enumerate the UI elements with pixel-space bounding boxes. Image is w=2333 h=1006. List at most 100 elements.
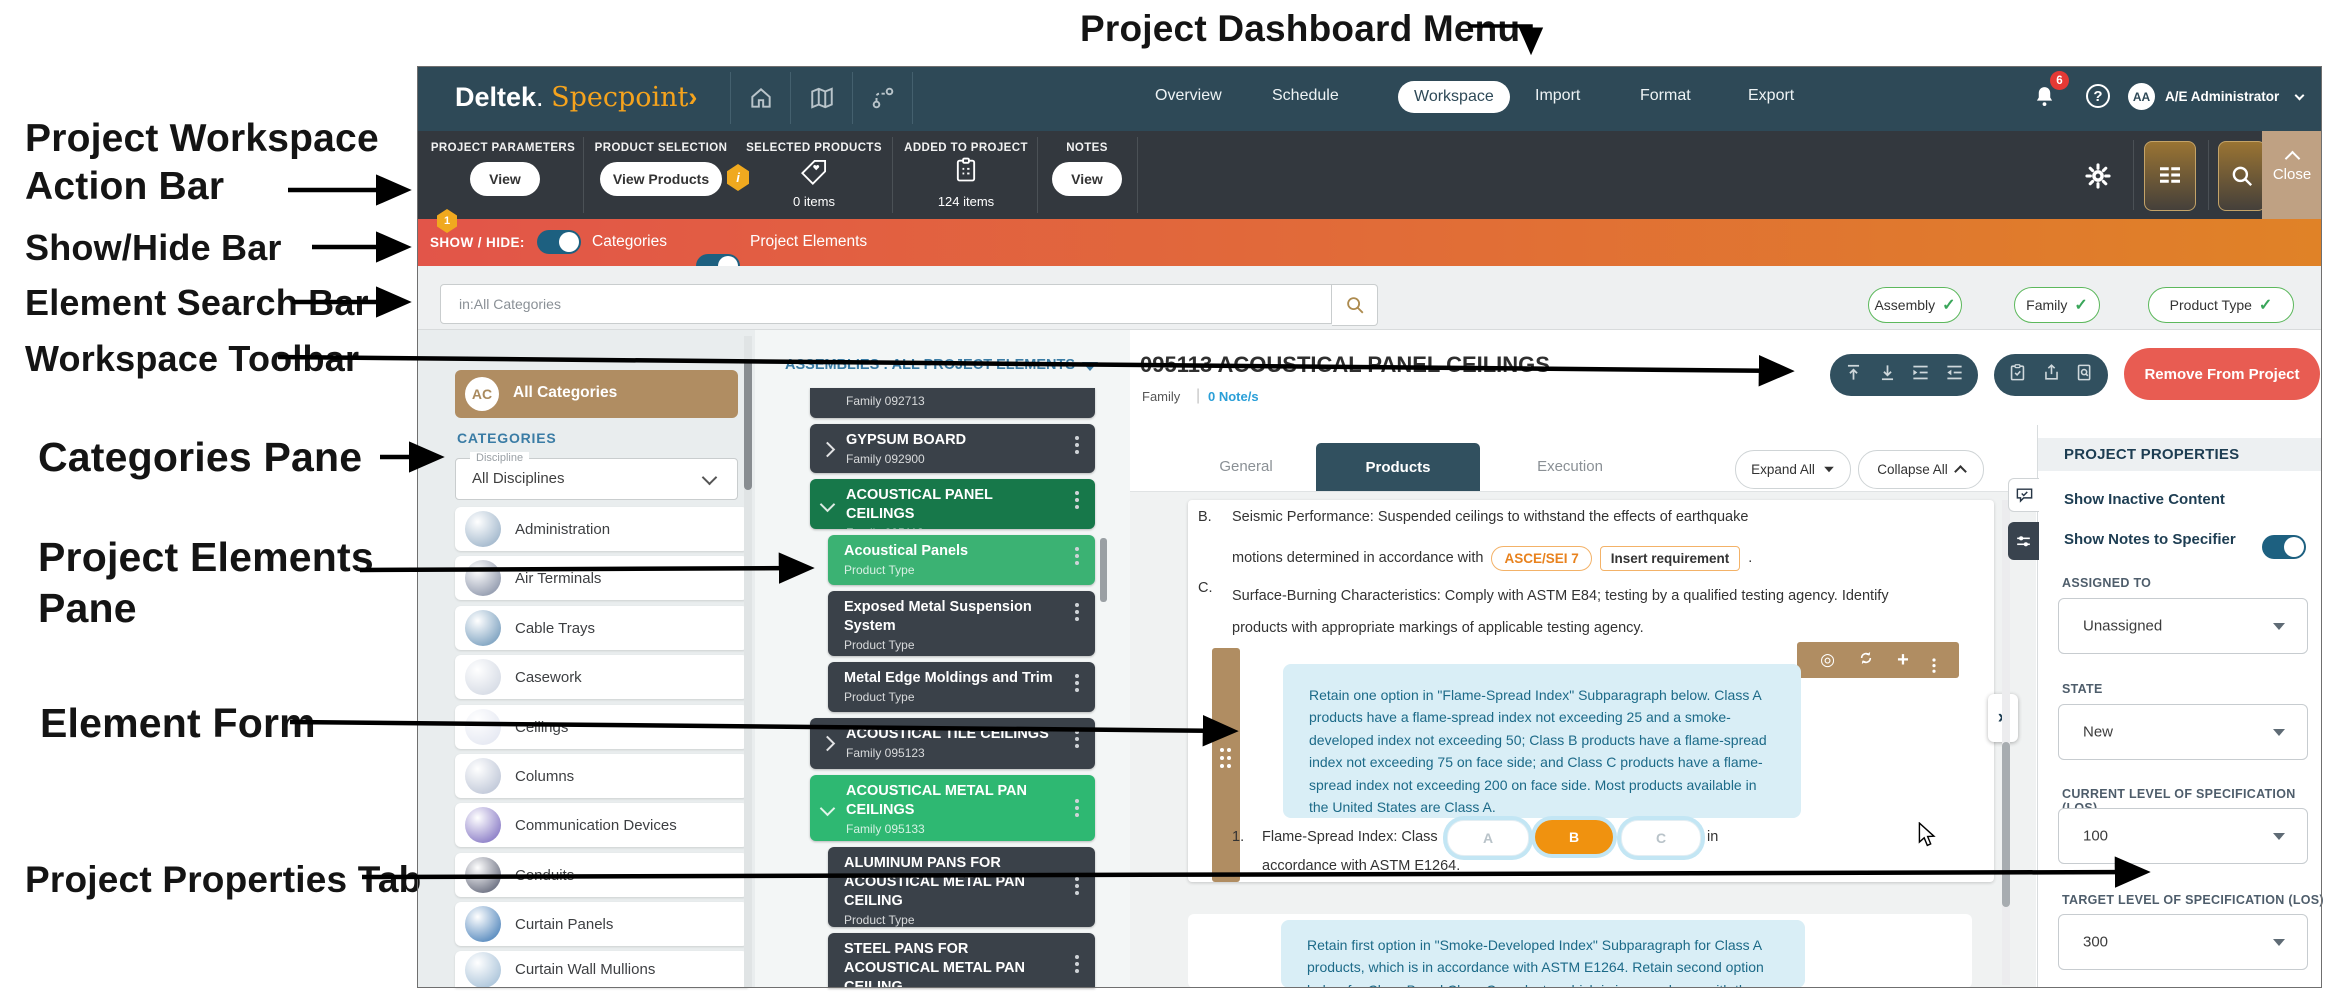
tree-item[interactable]: ACOUSTICAL TILE CEILINGS Family 095123 [810, 718, 1095, 769]
show-inactive-content-toggle[interactable] [2262, 535, 2306, 559]
category-item[interactable]: Conduits [455, 853, 748, 897]
category-item[interactable]: Communication Devices [455, 803, 748, 847]
all-categories-header[interactable]: AC All Categories [455, 370, 738, 418]
remove-from-project-button[interactable]: Remove From Project [2124, 348, 2320, 400]
scrollbar-thumb[interactable] [2002, 742, 2010, 907]
selected-block-drag-bar[interactable] [1212, 648, 1240, 882]
assemblies-dropdown-icon[interactable] [1082, 362, 1098, 371]
collapse-all-button[interactable]: Collapse All [1858, 450, 1984, 489]
brand-deltek: Deltek [455, 82, 536, 112]
comments-side-tab[interactable] [2008, 478, 2039, 512]
kebab-menu-icon[interactable] [1932, 658, 1935, 661]
current-los-select[interactable]: 100 [2058, 808, 2308, 864]
option-chip-b-selected[interactable]: B [1535, 820, 1613, 854]
tree-item[interactable]: ACOUSTICAL METAL PAN CEILINGS Family 095… [810, 775, 1095, 841]
tab-execution[interactable]: Execution [1510, 458, 1630, 475]
tab-products-active[interactable]: Products [1316, 443, 1480, 492]
kebab-menu-icon[interactable] [1075, 730, 1079, 734]
route-icon[interactable] [870, 85, 896, 116]
kebab-menu-icon[interactable] [1075, 436, 1079, 440]
outdent-icon[interactable] [1945, 363, 1964, 387]
properties-side-tab-active[interactable] [2008, 522, 2039, 560]
target-los-select[interactable]: 300 [2058, 914, 2308, 970]
scroll-to-bottom-icon[interactable] [1878, 363, 1897, 387]
nav-workspace[interactable]: Workspace [1398, 81, 1510, 113]
category-item[interactable]: Ceilings [455, 705, 748, 749]
collapse-chevron-icon[interactable] [820, 497, 836, 513]
search-submit-button[interactable] [1332, 284, 1378, 326]
tree-item[interactable]: ACOUSTICAL PANEL CEILINGS Family 095113 [810, 479, 1095, 529]
nav-export[interactable]: Export [1748, 87, 1794, 105]
kebab-menu-icon[interactable] [1075, 799, 1079, 803]
insert-requirement-button[interactable]: Insert requirement [1600, 546, 1741, 571]
expand-chevron-icon[interactable] [820, 736, 836, 752]
nav-format[interactable]: Format [1640, 87, 1691, 105]
collapse-chevron-icon[interactable] [820, 801, 836, 817]
indent-icon[interactable] [1911, 363, 1930, 387]
export-icon[interactable] [2042, 363, 2061, 387]
expand-chevron-icon[interactable] [820, 442, 836, 458]
kebab-menu-icon[interactable] [1075, 877, 1079, 881]
project-parameters-view-button[interactable]: View [470, 162, 540, 196]
notes-link[interactable]: 0 Note/s [1208, 389, 1259, 404]
state-select[interactable]: New [2058, 704, 2308, 760]
category-item[interactable]: Cable Trays [455, 606, 748, 650]
category-item[interactable]: Casework [455, 655, 748, 699]
search-toggle-button[interactable] [2218, 141, 2266, 211]
discipline-select[interactable]: Discipline All Disciplines [455, 458, 738, 500]
tree-item[interactable]: GYPSUM BOARD Family 092900 [810, 424, 1095, 473]
user-name[interactable]: A/E Administrator [2165, 89, 2279, 104]
tree-item-selected[interactable]: Acoustical Panels Product Type [828, 535, 1095, 585]
tree-item[interactable]: ALUMINUM PANS FOR ACOUSTICAL METAL PAN C… [828, 847, 1095, 927]
kebab-menu-icon[interactable] [1075, 955, 1079, 959]
nav-overview[interactable]: Overview [1155, 87, 1222, 105]
scrollbar-thumb[interactable] [1100, 538, 1107, 602]
kebab-menu-icon[interactable] [1075, 547, 1079, 551]
option-chip-c[interactable]: C [1621, 820, 1701, 856]
filter-product-type[interactable]: Product Type ✓ [2148, 287, 2294, 323]
expand-all-button[interactable]: Expand All [1735, 450, 1851, 489]
nav-schedule[interactable]: Schedule [1272, 87, 1339, 105]
assigned-to-select[interactable]: Unassigned [2058, 598, 2308, 654]
tree-item[interactable]: Family 092713 [810, 388, 1095, 418]
category-item[interactable]: Air Terminals [455, 556, 748, 600]
view-products-button[interactable]: View Products [600, 162, 722, 196]
kebab-menu-icon[interactable] [1075, 674, 1079, 678]
scroll-to-top-icon[interactable] [1844, 363, 1863, 387]
category-item[interactable]: Columns [455, 754, 748, 798]
kebab-menu-icon[interactable] [1075, 491, 1079, 495]
tree-item[interactable]: Exposed Metal Suspension System Product … [828, 591, 1095, 656]
category-item[interactable]: Curtain Wall Mullions [455, 951, 748, 988]
filter-family[interactable]: Family ✓ [2014, 287, 2100, 323]
add-icon[interactable]: + [1897, 649, 1909, 672]
close-panel-button[interactable]: Close [2262, 131, 2322, 219]
tab-general[interactable]: General [1196, 458, 1296, 475]
document-search-icon[interactable] [2075, 363, 2094, 387]
drag-handle-icon[interactable] [1220, 748, 1224, 752]
assemblies-header[interactable]: ASSEMBLIES : ALL PROJECT ELEMENTS [785, 357, 1075, 373]
clipboard-check-icon[interactable] [2008, 363, 2027, 387]
home-icon[interactable] [748, 85, 774, 116]
sync-icon[interactable] [1858, 650, 1874, 671]
option-chip-a[interactable]: A [1447, 820, 1529, 856]
tree-item[interactable]: Metal Edge Moldings and Trim Product Typ… [828, 662, 1095, 712]
element-search-input[interactable] [440, 284, 1332, 324]
visibility-icon[interactable]: ◎ [1820, 650, 1835, 670]
help-icon[interactable]: ? [2086, 84, 2110, 108]
categories-toggle[interactable] [537, 230, 581, 254]
map-icon[interactable] [809, 85, 835, 116]
tree-item[interactable]: STEEL PANS FOR ACOUSTICAL METAL PAN CEIL… [828, 933, 1095, 988]
notifications-bell-icon[interactable] [2032, 84, 2057, 114]
filter-assembly[interactable]: Assembly ✓ [1868, 287, 1962, 323]
reference-tag[interactable]: ASCE/SEI 7 [1491, 546, 1591, 571]
settings-gear-icon[interactable] [2084, 162, 2112, 195]
list-view-button[interactable] [2144, 141, 2196, 211]
kebab-menu-icon[interactable] [1075, 603, 1079, 607]
comment-check-icon [2015, 486, 2034, 505]
avatar[interactable]: AA [2128, 83, 2155, 110]
category-item[interactable]: Curtain Panels [455, 902, 748, 946]
nav-import[interactable]: Import [1535, 87, 1580, 105]
scrollbar-thumb[interactable] [744, 360, 752, 490]
category-item[interactable]: Administration [455, 507, 748, 551]
notes-view-button[interactable]: View [1052, 162, 1122, 196]
